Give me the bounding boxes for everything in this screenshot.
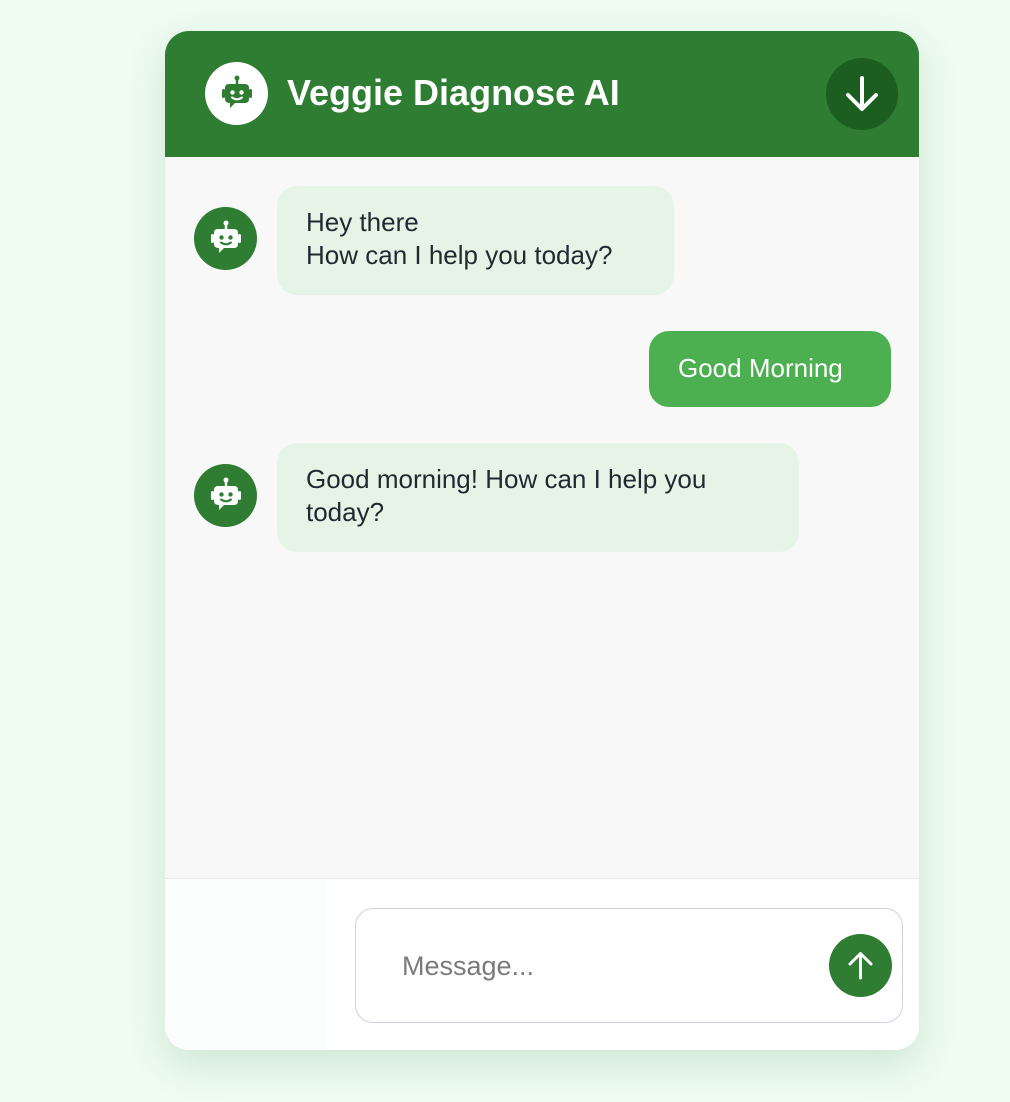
footer-side-panel [165, 879, 327, 1050]
chatbot-icon [194, 464, 257, 527]
send-message-button[interactable] [829, 934, 892, 997]
bot-message: Hey there How can I help you today? [277, 186, 674, 295]
chat-footer [165, 878, 919, 1050]
user-message: Good Morning [649, 331, 891, 407]
chatbot-icon [205, 62, 268, 125]
arrow-down-icon [846, 76, 878, 111]
message-form [355, 908, 903, 1023]
minimize-chat-button[interactable] [826, 58, 898, 130]
chat-body: Hey there How can I help you today? Good… [165, 157, 919, 878]
message-input[interactable] [400, 937, 824, 995]
chat-title: Veggie Diagnose AI [287, 72, 620, 113]
chatbot-icon [194, 207, 257, 270]
bot-message: Good morning! How can I help you today? [277, 443, 799, 552]
arrow-up-icon [848, 952, 873, 980]
chat-header: Veggie Diagnose AI [165, 31, 919, 157]
chatbot-window: Veggie Diagnose AI Hey there How can I h… [165, 31, 919, 1050]
